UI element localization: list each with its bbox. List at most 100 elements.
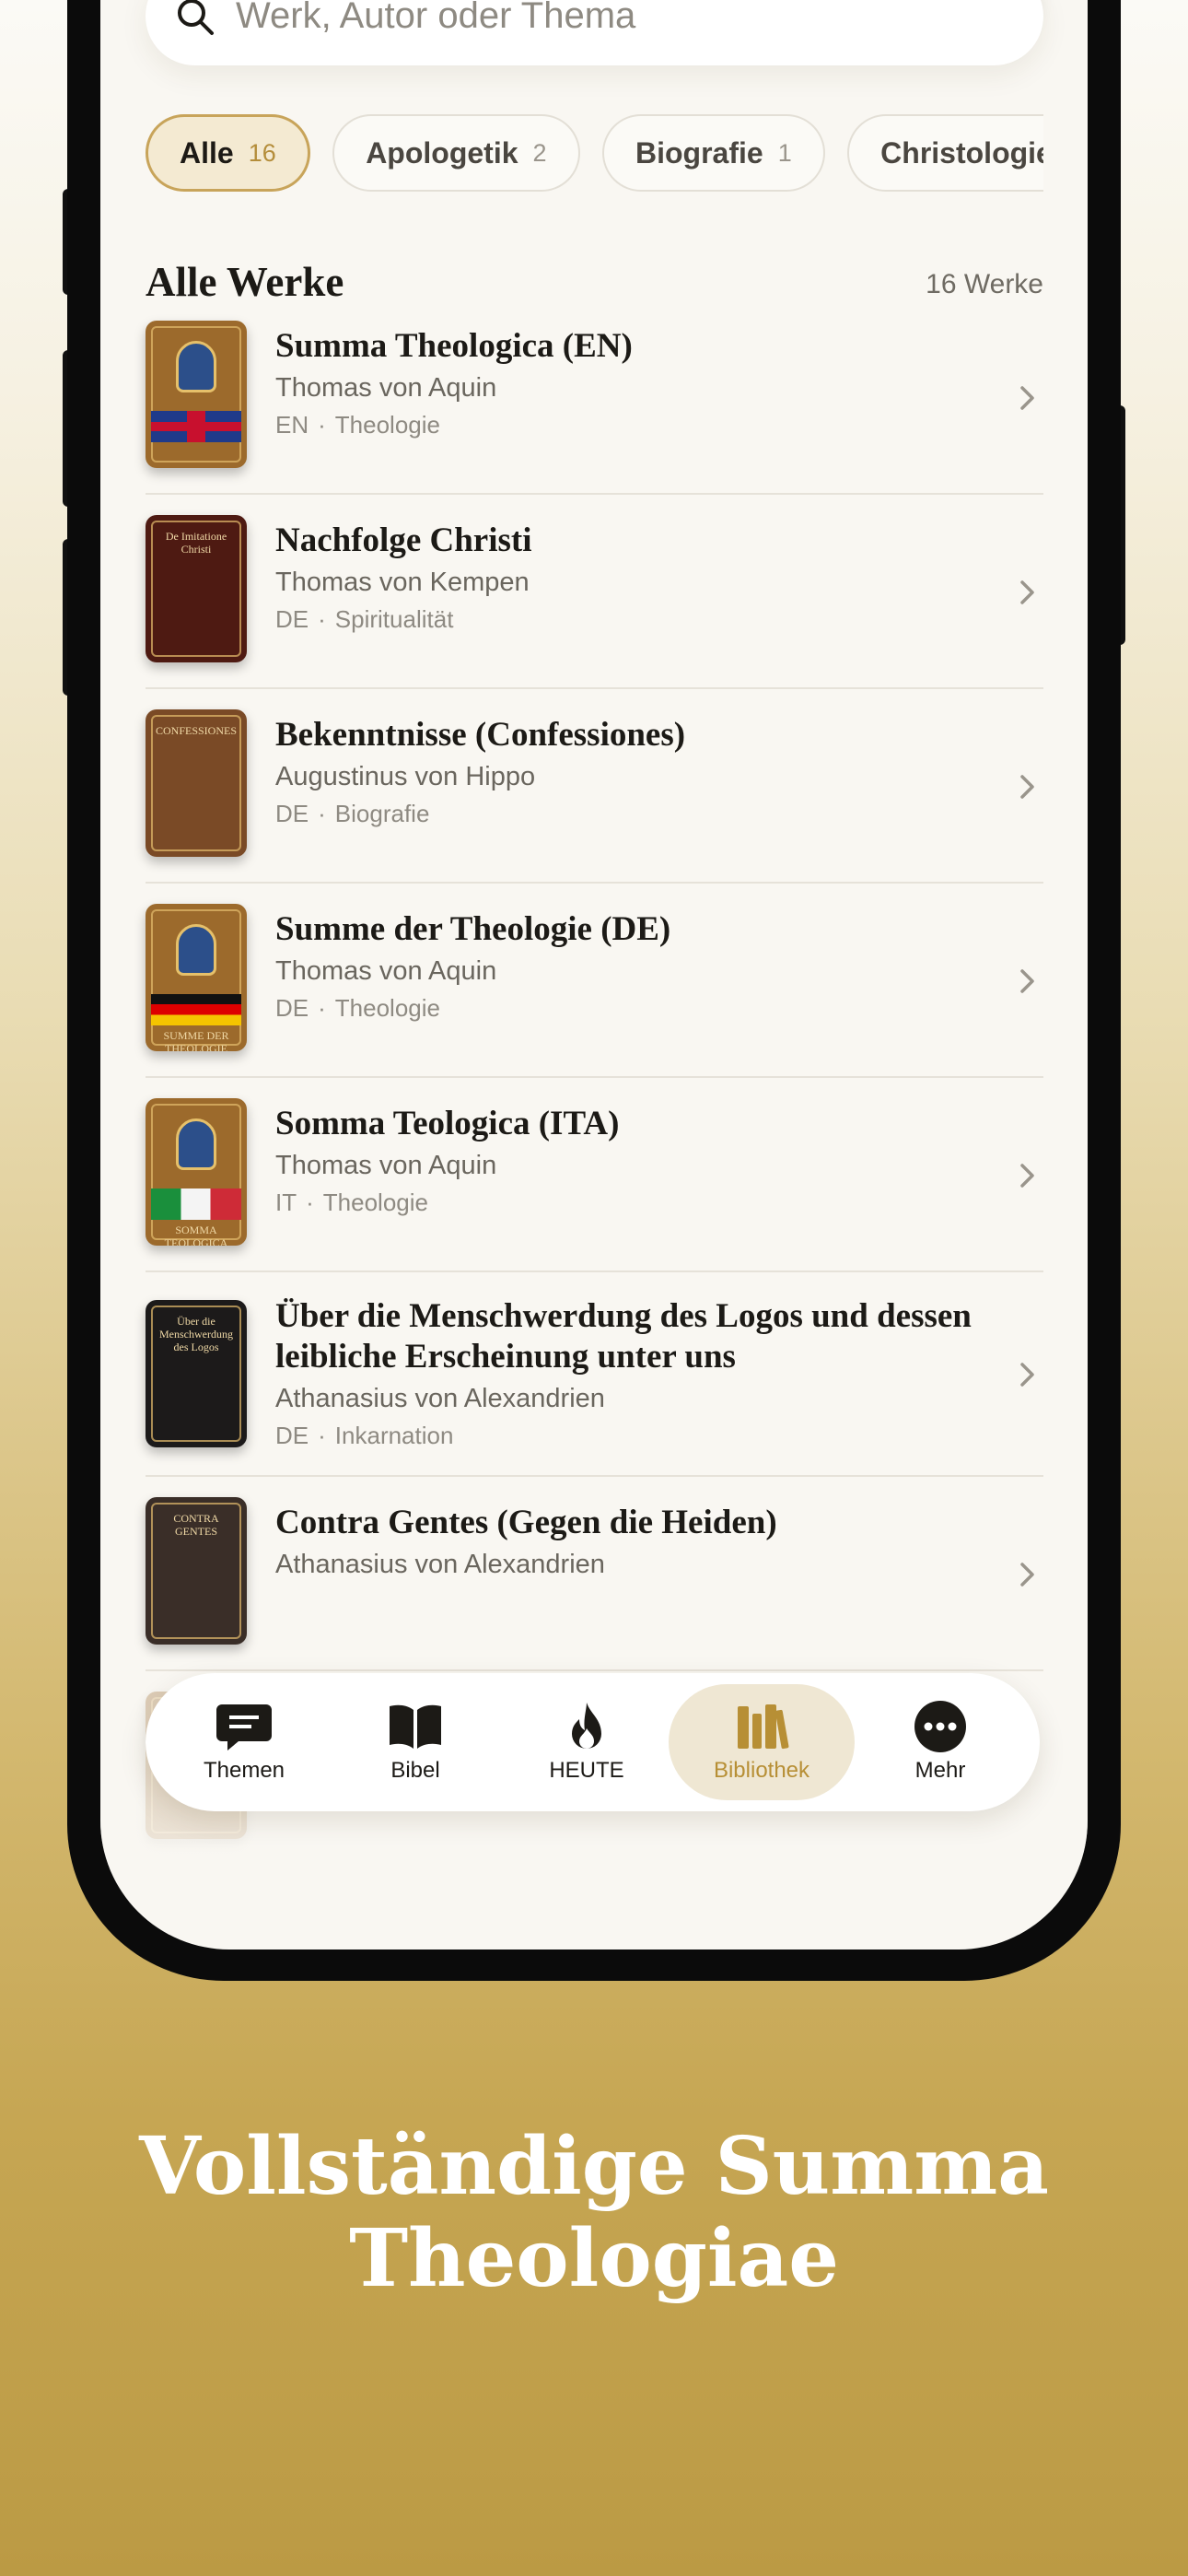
search-input[interactable] <box>236 0 991 37</box>
tab-label: Themen <box>203 1758 285 1783</box>
filter-chip-label: Apologetik <box>366 135 518 170</box>
book-cover-image <box>146 321 247 468</box>
work-list-item[interactable]: Summa Theologica (EN) Thomas von Aquin EN ·… <box>146 300 1043 495</box>
work-title: Nachfolge Christi <box>275 521 532 559</box>
bottom-tab-bar: Themen Bibel HEUTE Bibliothek Mehr <box>146 1673 1040 1811</box>
work-text: Contra Gentes (Gegen die Heiden) Athanasi… <box>275 1503 994 1582</box>
work-language: DE <box>275 605 309 633</box>
search-field[interactable] <box>146 0 1043 65</box>
filter-chip-count: 16 <box>248 138 276 167</box>
flame-icon <box>572 1703 601 1749</box>
work-meta: DE · Spiritualität <box>275 603 994 635</box>
cover-medallion <box>176 341 216 392</box>
filter-chip-label: Christologie <box>880 135 1043 170</box>
meta-separator: · <box>318 800 326 827</box>
filter-chip-count: 1 <box>777 138 792 167</box>
filter-chip-apologetik[interactable]: Apologetik 2 <box>332 114 580 192</box>
work-list-item[interactable]: SUMME DER THEOLOGIE Summe der Theologie (… <box>146 884 1043 1078</box>
work-author: Athanasius von Alexandrien <box>275 1384 605 1413</box>
filter-chip-biografie[interactable]: Biografie 1 <box>602 114 825 192</box>
search-icon <box>178 0 214 35</box>
chevron-right-icon <box>1020 968 1034 993</box>
meta-separator: · <box>318 605 326 633</box>
cover-flag-band <box>151 1188 241 1220</box>
work-title: Somma Teologica (ITA) <box>275 1105 620 1142</box>
work-list-item[interactable]: Über die Menschwerdung des Logos Über die… <box>146 1272 1043 1477</box>
book-cover-image: CONTRA GENTES <box>146 1497 247 1645</box>
work-meta: EN · Theologie <box>275 409 994 440</box>
chevron-right-icon <box>1020 1363 1034 1387</box>
work-author: Athanasius von Alexandrien <box>275 1550 605 1579</box>
meta-separator: · <box>318 1422 326 1449</box>
work-category: Theologie <box>322 1188 428 1216</box>
filter-chip-label: Biografie <box>635 135 763 170</box>
work-text: Bekenntnisse (Confessiones) Augustinus vo… <box>275 715 994 829</box>
chevron-right-icon <box>1020 1562 1034 1587</box>
book-cover-image: CONFESSIONES <box>146 709 247 857</box>
work-meta: IT · Theologie <box>275 1187 994 1218</box>
work-category: Biografie <box>334 800 430 827</box>
work-title: Contra Gentes (Gegen die Heiden) <box>275 1504 777 1541</box>
work-title: Summa Theologica (EN) <box>275 327 633 365</box>
tab-label: HEUTE <box>549 1758 624 1783</box>
meta-separator: · <box>318 994 326 1022</box>
work-list-item[interactable]: De Imitatione Christi Nachfolge Christi Th… <box>146 495 1043 689</box>
work-category: Inkarnation <box>334 1422 454 1449</box>
work-list-item[interactable]: CONFESSIONES Bekenntnisse (Confessiones) A… <box>146 689 1043 884</box>
cover-title-text: SOMMA TEOLOGICA <box>164 1224 228 1246</box>
work-author: Augustinus von Hippo <box>275 762 536 791</box>
tab-bibel[interactable]: Bibel <box>330 1684 501 1800</box>
work-category: Theologie <box>334 994 440 1022</box>
cover-title-text: CONFESSIONES <box>155 724 238 737</box>
meta-separator: · <box>318 411 326 439</box>
book-cover-image: Über die Menschwerdung des Logos <box>146 1300 247 1447</box>
cover-medallion <box>176 924 216 976</box>
filter-chip-alle[interactable]: Alle 16 <box>146 114 310 192</box>
works-list: Summa Theologica (EN) Thomas von Aquin EN ·… <box>146 300 1043 1839</box>
tab-label: Mehr <box>914 1758 966 1783</box>
tab-mehr[interactable]: Mehr <box>855 1684 1026 1800</box>
work-category: Spiritualität <box>334 605 454 633</box>
work-text: Nachfolge Christi Thomas von Kempen DE · Spi… <box>275 521 994 635</box>
work-list-item[interactable]: CONTRA GENTES Contra Gentes (Gegen die He… <box>146 1477 1043 1671</box>
chevron-right-icon <box>1020 1163 1034 1188</box>
section-count: 16 Werke <box>926 269 1043 299</box>
work-author: Thomas von Kempen <box>275 568 530 597</box>
cover-flag-band <box>151 994 241 1025</box>
cover-flag-band <box>151 411 241 442</box>
work-text: Summa Theologica (EN) Thomas von Aquin EN ·… <box>275 326 994 440</box>
chevron-right-icon <box>1020 580 1034 604</box>
book-cover-image: SOMMA TEOLOGICA <box>146 1098 247 1246</box>
section-title: Alle Werke <box>146 259 344 305</box>
work-title: Über die Menschwerdung des Logos und des… <box>275 1297 972 1376</box>
more-dots-icon <box>914 1701 966 1752</box>
work-meta: DE · Biografie <box>275 798 994 829</box>
filter-chips: Alle 16 Apologetik 2 Biografie 1 Christo… <box>146 114 1043 193</box>
work-text: Somma Teologica (ITA) Thomas von Aquin IT ·… <box>275 1104 994 1218</box>
tab-themen[interactable]: Themen <box>158 1684 330 1800</box>
tab-bibliothek[interactable]: Bibliothek <box>669 1684 855 1800</box>
work-language: DE <box>275 800 309 827</box>
headline-line-1: Vollständige Summa <box>139 2120 1049 2213</box>
work-list-item[interactable]: SOMMA TEOLOGICA Somma Teologica (ITA) Thom… <box>146 1078 1043 1272</box>
tab-label: Bibel <box>390 1758 440 1783</box>
app-screen: Alle 16 Apologetik 2 Biografie 1 Christo… <box>100 0 1088 1950</box>
tab-label: Bibliothek <box>713 1758 810 1783</box>
book-cover-image: De Imitatione Christi <box>146 515 247 662</box>
filter-chip-label: Alle <box>180 135 234 170</box>
work-title: Bekenntnisse (Confessiones) <box>275 716 686 754</box>
work-title: Summe der Theologie (DE) <box>275 910 671 948</box>
work-language: EN <box>275 411 309 439</box>
open-book-icon <box>390 1704 441 1749</box>
work-meta: DE · Theologie <box>275 992 994 1024</box>
filter-chip-christologie[interactable]: Christologie <box>847 114 1043 192</box>
work-meta: DE · Inkarnation <box>275 1420 994 1451</box>
work-category: Theologie <box>334 411 440 439</box>
cover-title-text: CONTRA GENTES <box>173 1512 219 1538</box>
cover-title-text: SUMME DER THEOLOGIE <box>163 1029 229 1051</box>
work-language: DE <box>275 994 309 1022</box>
chevron-right-icon <box>1020 385 1034 410</box>
work-text: Summe der Theologie (DE) Thomas von Aquin… <box>275 909 994 1024</box>
tab-heute[interactable]: HEUTE <box>501 1684 672 1800</box>
cover-medallion <box>176 1118 216 1170</box>
